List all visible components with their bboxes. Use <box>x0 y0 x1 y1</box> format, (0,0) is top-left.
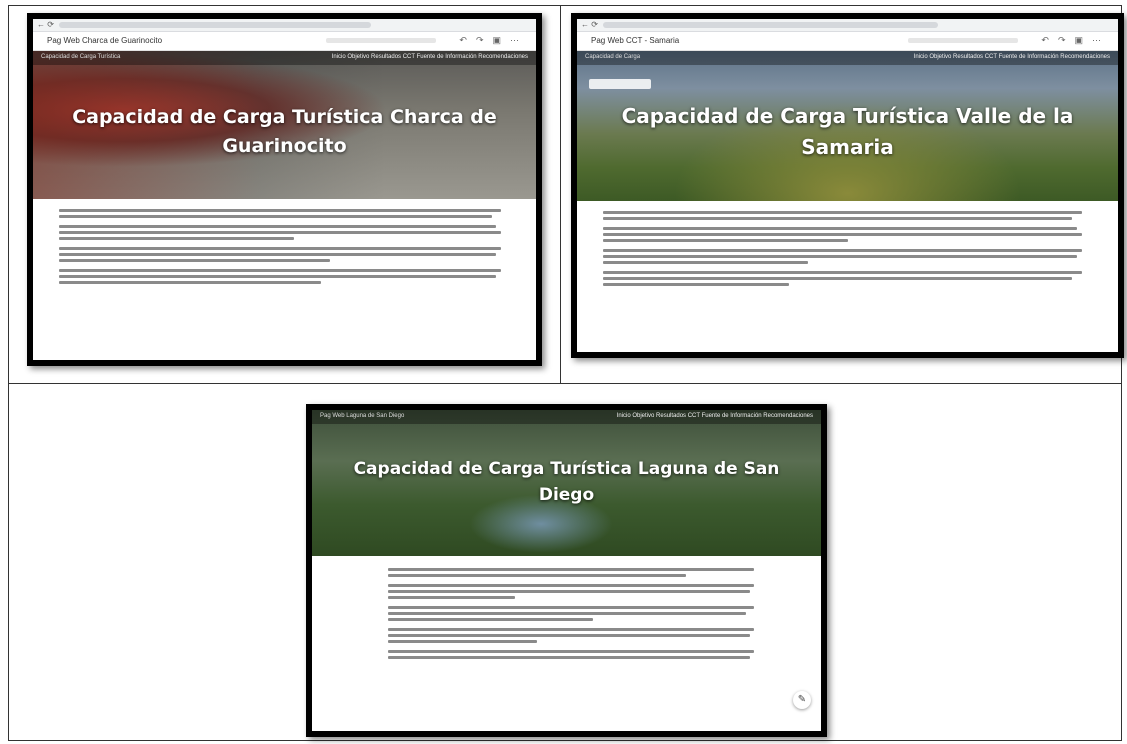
nav-links[interactable]: Inicio Objetivo Resultados CCT Fuente de… <box>617 413 813 419</box>
hero-banner: Capacidad de Carga Inicio Objetivo Resul… <box>577 51 1118 201</box>
search-bar[interactable] <box>326 38 436 43</box>
browser-address-bar[interactable]: ← ⟳ <box>577 19 1118 32</box>
page-title: Capacidad de Carga Turística Charca de G… <box>33 103 536 162</box>
page-title: Capacidad de Carga Turística Laguna de S… <box>312 456 821 509</box>
nav-links[interactable]: Inicio Objetivo Resultados CCT Fuente de… <box>332 54 528 60</box>
site-navigation: Capacidad de Carga Inicio Objetivo Resul… <box>577 51 1118 65</box>
site-navigation: Capacidad de Carga Turística Inicio Obje… <box>33 51 536 65</box>
page-body-text <box>577 201 1118 286</box>
edit-chip[interactable] <box>589 79 651 89</box>
nav-brand[interactable]: Capacidad de Carga <box>585 54 640 60</box>
page-title-line-2: Guarinocito <box>222 135 347 158</box>
screenshot-guarinocito: ← ⟳ Pag Web Charca de Guarinocito ↶↷▣⋯ C… <box>27 13 542 366</box>
table-divider-vertical <box>560 6 561 383</box>
screenshot-samaria: ← ⟳ Pag Web CCT - Samaria ↶↷▣⋯ Capacidad… <box>571 13 1124 358</box>
page-title-line-2: Samaria <box>801 135 894 159</box>
editor-toolbar: Pag Web CCT - Samaria ↶↷▣⋯ <box>577 32 1118 51</box>
page-title-line-1: Capacidad de Carga Turística Valle de la <box>621 104 1074 128</box>
pencil-icon[interactable]: ✎ <box>793 691 811 709</box>
screenshot-san-diego: Pag Web Laguna de San Diego Inicio Objet… <box>306 404 827 737</box>
search-bar[interactable] <box>908 38 1018 43</box>
page-body-text <box>33 199 536 284</box>
nav-links[interactable]: Inicio Objetivo Resultados CCT Fuente de… <box>914 54 1110 60</box>
site-name: Pag Web CCT - Samaria <box>591 36 680 45</box>
page-body-text <box>312 556 821 659</box>
toolbar-icons[interactable]: ↶↷▣⋯ <box>1041 35 1110 46</box>
nav-brand[interactable]: Pag Web Laguna de San Diego <box>320 413 404 419</box>
url-field[interactable] <box>59 22 371 28</box>
browser-address-bar[interactable]: ← ⟳ <box>33 19 536 32</box>
table-divider-horizontal <box>9 383 1121 384</box>
toolbar-icons[interactable]: ↶↷▣⋯ <box>459 35 528 46</box>
nav-brand[interactable]: Capacidad de Carga Turística <box>41 54 120 60</box>
page-title-line-1: Capacidad de Carga Turística Charca de <box>72 106 497 128</box>
site-navigation: Pag Web Laguna de San Diego Inicio Objet… <box>312 410 821 424</box>
site-name: Pag Web Charca de Guarinocito <box>47 36 163 45</box>
back-forward-icon[interactable]: ← ⟳ <box>581 20 598 29</box>
page-title-line-1: Capacidad de Carga Turística Laguna de S… <box>353 459 780 479</box>
page-title-line-2: Diego <box>538 485 595 506</box>
hero-banner: Capacidad de Carga Turística Inicio Obje… <box>33 51 536 199</box>
back-forward-icon[interactable]: ← ⟳ <box>37 20 54 29</box>
url-field[interactable] <box>603 22 939 28</box>
hero-banner: Pag Web Laguna de San Diego Inicio Objet… <box>312 410 821 556</box>
page-title: Capacidad de Carga Turística Valle de la… <box>577 101 1118 163</box>
editor-toolbar: Pag Web Charca de Guarinocito ↶↷▣⋯ <box>33 32 536 51</box>
